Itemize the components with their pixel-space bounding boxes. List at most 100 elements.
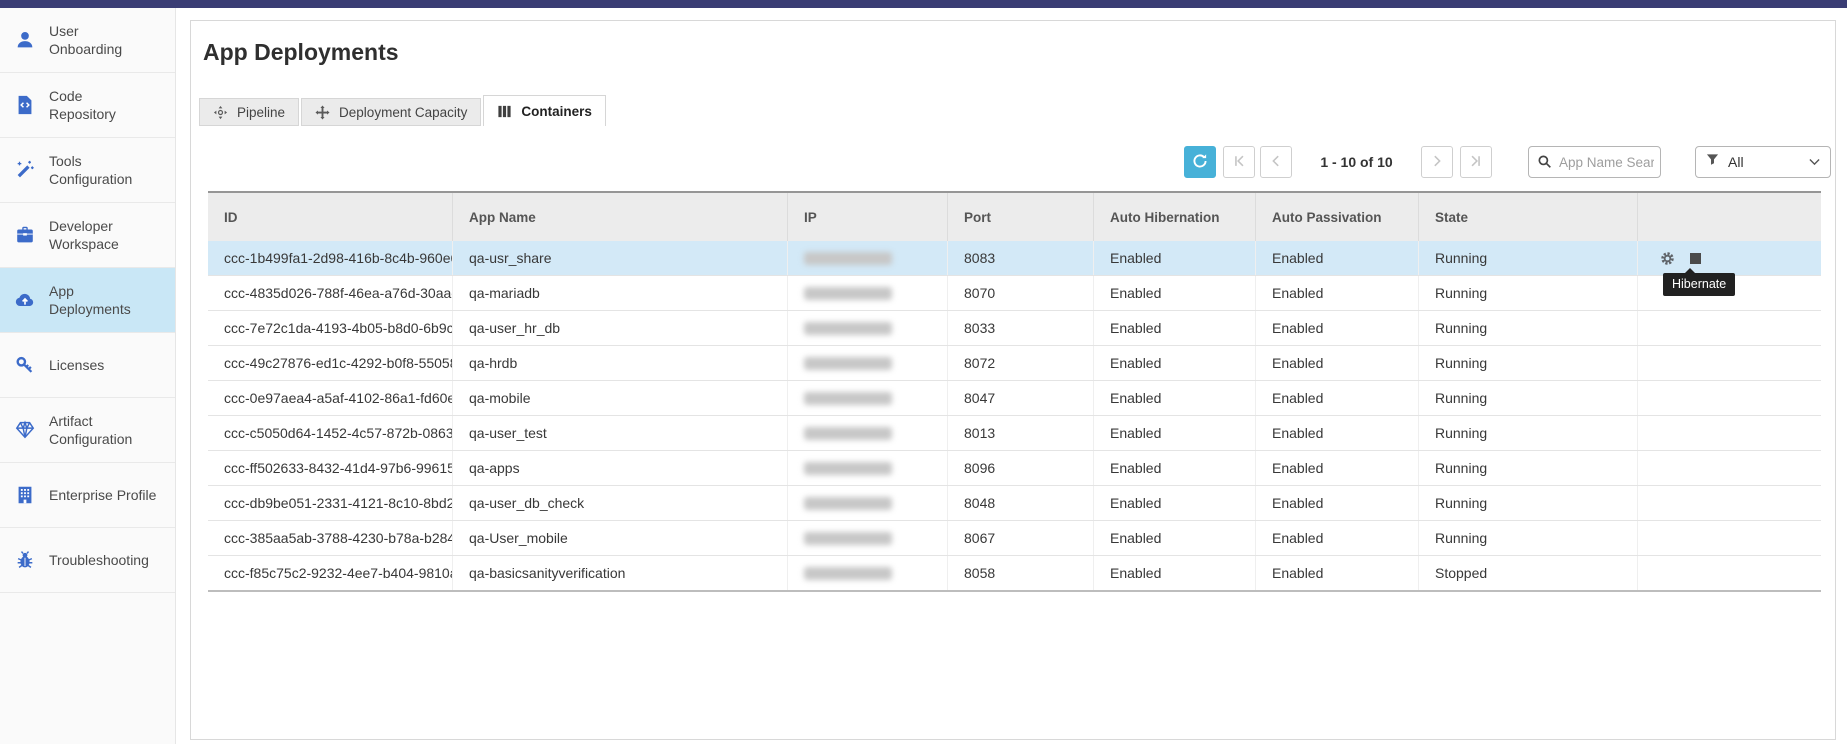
cell-auto-passivation: Enabled: [1256, 451, 1419, 485]
sidebar-item-label: ArtifactConfiguration: [49, 412, 132, 448]
redacted-ip-value: [804, 322, 892, 335]
column-header-state[interactable]: State: [1419, 193, 1638, 241]
cell-app-name: qa-mariadb: [453, 276, 788, 310]
table-row[interactable]: ccc-f85c75c2-9232-4ee7-b404-9810a8… qa-b…: [208, 556, 1821, 590]
first-page-button[interactable]: [1223, 146, 1255, 178]
previous-page-button[interactable]: [1260, 146, 1292, 178]
sidebar-item-label: UserOnboarding: [49, 22, 122, 58]
table-row[interactable]: ccc-385aa5ab-3788-4230-b78a-b2841c… qa-U…: [208, 521, 1821, 556]
redacted-ip-value: [804, 287, 892, 300]
redacted-ip-value: [804, 252, 892, 265]
cell-id: ccc-7e72c1da-4193-4b05-b8d0-6b9c54…: [208, 311, 453, 345]
cloud-upload-icon: [13, 288, 37, 312]
main-content-card: App Deployments Pipeline Deployment Capa…: [190, 20, 1836, 740]
table-row[interactable]: ccc-0e97aea4-a5af-4102-86a1-fd60e16… qa-…: [208, 381, 1821, 416]
cell-auto-passivation: Enabled: [1256, 346, 1419, 380]
cell-id: ccc-0e97aea4-a5af-4102-86a1-fd60e16…: [208, 381, 453, 415]
sidebar-item-troubleshooting[interactable]: Troubleshooting: [0, 528, 175, 593]
sidebar-item-developer-workspace[interactable]: DeveloperWorkspace: [0, 203, 175, 268]
pipeline-icon: [213, 105, 228, 120]
cell-auto-passivation: Enabled: [1256, 311, 1419, 345]
cell-state: Running: [1419, 416, 1638, 450]
cell-app-name: qa-user_test: [453, 416, 788, 450]
briefcase-icon: [13, 223, 37, 247]
tab-label: Deployment Capacity: [339, 105, 467, 120]
cell-actions: [1638, 241, 1821, 275]
column-header-auto-hibernation[interactable]: Auto Hibernation: [1094, 193, 1256, 241]
table-row[interactable]: ccc-7e72c1da-4193-4b05-b8d0-6b9c54… qa-u…: [208, 311, 1821, 346]
sidebar-item-tools-configuration[interactable]: ToolsConfiguration: [0, 138, 175, 203]
sidebar-item-app-deployments[interactable]: AppDeployments: [0, 268, 175, 333]
table-row[interactable]: ccc-4835d026-788f-46ea-a76d-30aac3… qa-m…: [208, 276, 1821, 311]
table-row[interactable]: ccc-db9be051-2331-4121-8c10-8bd277… qa-u…: [208, 486, 1821, 521]
sidebar-item-label: Enterprise Profile: [49, 486, 156, 504]
tab-containers[interactable]: Containers: [483, 95, 606, 126]
cell-port: 8058: [948, 556, 1094, 590]
redacted-ip-value: [804, 462, 892, 475]
column-header-port[interactable]: Port: [948, 193, 1094, 241]
cell-actions: [1638, 381, 1821, 415]
cell-state: Running: [1419, 451, 1638, 485]
table-row[interactable]: ccc-1b499fa1-2d98-416b-8c4b-960e68… qa-u…: [208, 241, 1821, 276]
filter-dropdown[interactable]: All: [1695, 146, 1831, 178]
cell-auto-hibernation: Enabled: [1094, 521, 1256, 555]
column-header-app-name[interactable]: App Name: [453, 193, 788, 241]
next-page-button[interactable]: [1421, 146, 1453, 178]
cell-state: Running: [1419, 346, 1638, 380]
cell-state: Running: [1419, 241, 1638, 275]
refresh-icon: [1191, 152, 1209, 173]
hibernate-tooltip: Hibernate: [1663, 273, 1735, 296]
magic-wand-icon: [13, 158, 37, 182]
cell-actions: [1638, 486, 1821, 520]
cell-state: Running: [1419, 276, 1638, 310]
last-page-button[interactable]: [1460, 146, 1492, 178]
sidebar-item-artifact-configuration[interactable]: ArtifactConfiguration: [0, 398, 175, 463]
table-row[interactable]: ccc-c5050d64-1452-4c57-872b-086322… qa-u…: [208, 416, 1821, 451]
pagination-range: 1 - 10 of 10: [1292, 154, 1421, 170]
sidebar-item-enterprise-profile[interactable]: Enterprise Profile: [0, 463, 175, 528]
refresh-button[interactable]: [1184, 146, 1216, 178]
cell-port: 8033: [948, 311, 1094, 345]
cell-auto-hibernation: Enabled: [1094, 241, 1256, 275]
cell-actions: [1638, 311, 1821, 345]
cell-port: 8083: [948, 241, 1094, 275]
cell-auto-hibernation: Enabled: [1094, 486, 1256, 520]
cell-port: 8067: [948, 521, 1094, 555]
tab-deployment-capacity[interactable]: Deployment Capacity: [301, 98, 481, 126]
cell-id: ccc-4835d026-788f-46ea-a76d-30aac3…: [208, 276, 453, 310]
cell-auto-hibernation: Enabled: [1094, 556, 1256, 590]
sidebar-item-label: AppDeployments: [49, 282, 131, 318]
building-icon: [13, 483, 37, 507]
settings-gear-icon[interactable]: [1660, 251, 1675, 266]
cell-id: ccc-1b499fa1-2d98-416b-8c4b-960e68…: [208, 241, 453, 275]
column-header-auto-passivation[interactable]: Auto Passivation: [1256, 193, 1419, 241]
sidebar-item-code-repository[interactable]: CodeRepository: [0, 73, 175, 138]
sidebar-item-label: Troubleshooting: [49, 551, 149, 569]
redacted-ip-value: [804, 497, 892, 510]
tab-label: Pipeline: [237, 105, 285, 120]
cell-ip: [788, 521, 948, 555]
chevron-left-icon: [1269, 154, 1283, 171]
cell-id: ccc-f85c75c2-9232-4ee7-b404-9810a8…: [208, 556, 453, 590]
table-row[interactable]: ccc-ff502633-8432-41d4-97b6-996156… qa-a…: [208, 451, 1821, 486]
cell-actions: [1638, 521, 1821, 555]
cell-auto-hibernation: Enabled: [1094, 346, 1256, 380]
hibernate-stop-icon[interactable]: [1690, 253, 1701, 264]
cell-app-name: qa-mobile: [453, 381, 788, 415]
column-header-ip[interactable]: IP: [788, 193, 948, 241]
column-header-actions: [1638, 193, 1821, 241]
sidebar-item-label: DeveloperWorkspace: [49, 217, 119, 253]
funnel-icon: [1706, 153, 1719, 171]
cell-ip: [788, 381, 948, 415]
cell-auto-passivation: Enabled: [1256, 381, 1419, 415]
cell-ip: [788, 241, 948, 275]
cell-port: 8096: [948, 451, 1094, 485]
tab-pipeline[interactable]: Pipeline: [199, 98, 299, 126]
cell-id: ccc-c5050d64-1452-4c57-872b-086322…: [208, 416, 453, 450]
cell-state: Running: [1419, 486, 1638, 520]
column-header-id[interactable]: ID: [208, 193, 453, 241]
table-row[interactable]: ccc-49c27876-ed1c-4292-b0f8-550588… qa-h…: [208, 346, 1821, 381]
sidebar-item-licenses[interactable]: Licenses: [0, 333, 175, 398]
sidebar-item-user-onboarding[interactable]: UserOnboarding: [0, 8, 175, 73]
diamond-icon: [13, 418, 37, 442]
